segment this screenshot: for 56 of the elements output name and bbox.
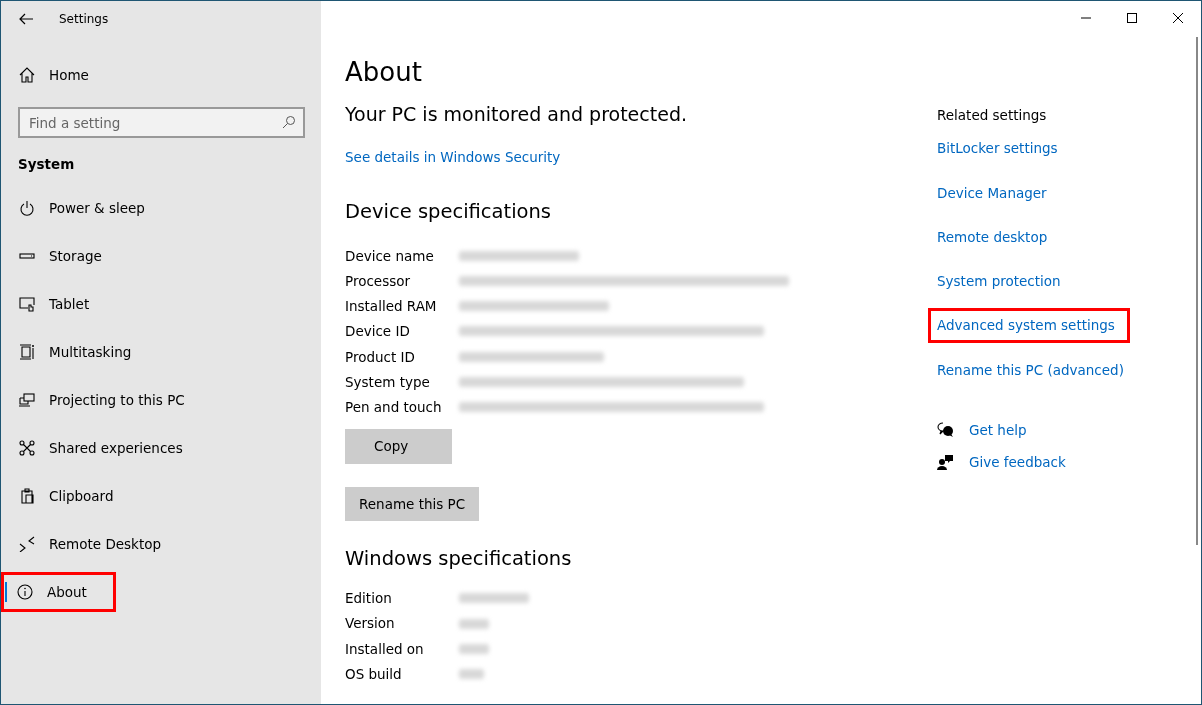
page-title: About [345,57,423,89]
spec-label: Device name [345,246,435,266]
copy-button[interactable]: Copy [345,429,453,464]
help-link[interactable]: Get help [969,419,1027,440]
sidebar-item[interactable]: Multitasking [1,332,321,373]
sidebar-item[interactable]: Clipboard [1,476,321,517]
related-link[interactable]: BitLocker settings [931,134,1127,163]
close-icon [1173,13,1183,23]
info-icon [17,584,33,601]
spec-label: Product ID [345,347,416,367]
section-heading: Windows specifications [345,546,573,571]
power-icon [19,200,35,217]
spec-label: System type [345,372,431,392]
spec-label: OS build [345,664,403,684]
security-link[interactable]: See details in Windows Security [345,148,561,165]
rename-button[interactable]: Rename this PC [345,486,480,521]
related-link[interactable]: Device Manager [931,178,1127,207]
home-link[interactable]: Home [49,64,89,86]
spec-label: Version [345,614,396,634]
related-link[interactable]: System protection [931,267,1127,296]
spec-label: Installed RAM [345,297,438,317]
back-arrow-icon[interactable] [19,13,33,25]
related-link[interactable]: Advanced system settings [931,311,1127,340]
network-nodes-icon [19,440,35,457]
sidebar-item[interactable]: Projecting to this PC [1,380,321,421]
sidebar-item[interactable]: Remote Desktop [1,524,321,565]
sidebar-item[interactable]: Shared experiences [1,428,321,469]
related-link[interactable]: Remote desktop [931,222,1127,251]
section-heading: Device specifications [345,200,553,224]
spec-label: Pen and touch [345,398,443,418]
tablet-icon [19,296,35,313]
scrollbar[interactable] [1196,37,1198,545]
multitasking-icon [19,344,35,361]
sidebar-item[interactable]: Tablet [1,284,321,325]
monitor-icon [19,392,35,409]
person-speech-icon [937,454,953,471]
help-link[interactable]: Give feedback [969,452,1066,473]
sidebar-item[interactable]: Storage [1,236,321,277]
speech-bubble-icon [937,421,953,438]
maximize-icon [1127,13,1137,23]
spec-label: Edition [345,589,393,609]
related-link[interactable]: Rename this PC (advanced) [931,355,1127,384]
spec-label: Processor [345,271,412,291]
home-icon [19,67,35,83]
sidebar-item[interactable]: Power & sleep [1,188,321,229]
clipboard-icon [19,488,35,505]
search-field[interactable]: Find a setting [18,107,305,138]
related-heading: Related settings [937,106,1048,125]
section-heading: System [18,155,76,174]
search-icon [282,115,296,129]
spec-label: Installed on [345,639,425,659]
window-title: Settings [59,11,109,28]
spec-label: Device ID [345,322,411,342]
sidebar-item[interactable]: About [1,572,116,613]
remote-arrows-icon [19,536,35,553]
protection-status: Your PC is monitored and protected. [345,102,688,128]
